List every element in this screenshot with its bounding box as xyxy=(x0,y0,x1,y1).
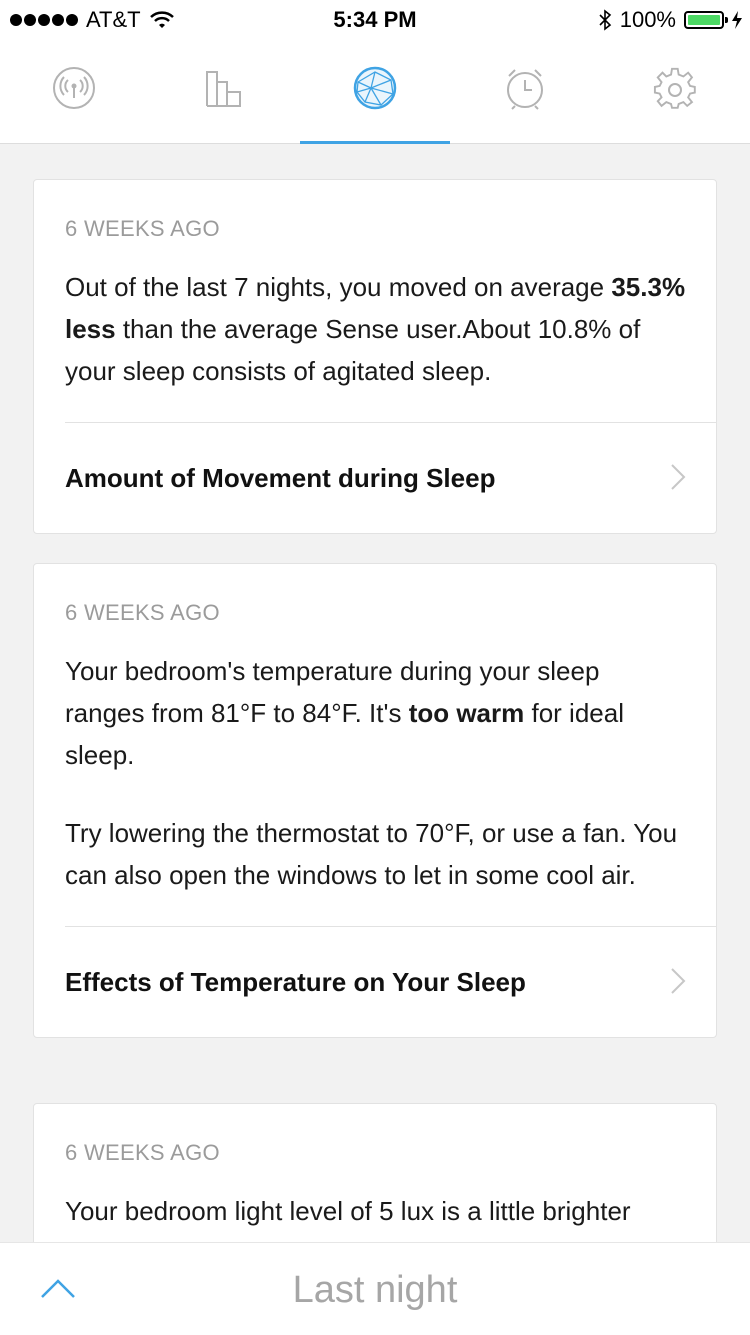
card-timestamp: 6 WEEKS AGO xyxy=(65,600,220,625)
body-text: Your bedroom light level of 5 lux is a l… xyxy=(65,1196,631,1226)
tab-trends[interactable] xyxy=(202,66,246,110)
card-body: Your bedroom's temperature during your s… xyxy=(65,650,686,896)
alarm-icon xyxy=(507,69,543,110)
card-link-label: Effects of Temperature on Your Sleep xyxy=(65,966,526,997)
battery-icon xyxy=(684,11,728,29)
tab-insights[interactable] xyxy=(353,66,397,110)
timeline-title: Last night xyxy=(292,1269,458,1311)
card-body: Your bedroom light level of 5 lux is a l… xyxy=(65,1190,686,1232)
card-link-label: Amount of Movement during Sleep xyxy=(65,462,496,493)
card-link-movement[interactable]: Amount of Movement during Sleep xyxy=(34,423,716,533)
tab-alarm[interactable] xyxy=(503,66,547,110)
card-link-temperature[interactable]: Effects of Temperature on Your Sleep xyxy=(34,927,716,1037)
insight-card-light: 6 WEEKS AGO Your bedroom light level of … xyxy=(33,1103,717,1244)
card-body: Out of the last 7 nights, you moved on a… xyxy=(65,266,686,392)
status-bar: AT&T 5:34 PM 100% xyxy=(0,0,750,40)
body-text: Out of the last 7 nights, you moved on a… xyxy=(65,272,612,302)
chevron-right-icon xyxy=(671,968,686,994)
bluetooth-icon xyxy=(599,9,611,31)
status-right: 100% xyxy=(598,7,742,33)
tab-settings[interactable] xyxy=(653,66,697,110)
tab-bar xyxy=(0,40,750,144)
card-timestamp: 6 WEEKS AGO xyxy=(65,1140,220,1165)
trends-icon xyxy=(206,71,241,107)
settings-icon xyxy=(653,67,696,109)
insights-icon xyxy=(353,66,397,110)
timeline-bar[interactable]: Last night xyxy=(0,1242,750,1335)
insight-card-movement: 6 WEEKS AGO Out of the last 7 nights, yo… xyxy=(33,179,717,534)
card-timestamp: 6 WEEKS AGO xyxy=(65,216,220,241)
body-text: Try lowering the thermostat to 70°F, or … xyxy=(65,818,678,890)
insights-feed[interactable]: 6 WEEKS AGO Out of the last 7 nights, yo… xyxy=(0,144,750,1244)
insight-card-temperature: 6 WEEKS AGO Your bedroom's temperature d… xyxy=(33,563,717,1038)
sense-icon xyxy=(53,67,95,109)
chevron-right-icon xyxy=(671,464,686,490)
charging-icon xyxy=(732,11,742,29)
body-emphasis: too warm xyxy=(408,698,525,728)
body-text: than the average Sense user.About 10.8% … xyxy=(65,314,641,386)
tab-sense[interactable] xyxy=(52,66,96,110)
battery-percent: 100% xyxy=(619,7,676,32)
